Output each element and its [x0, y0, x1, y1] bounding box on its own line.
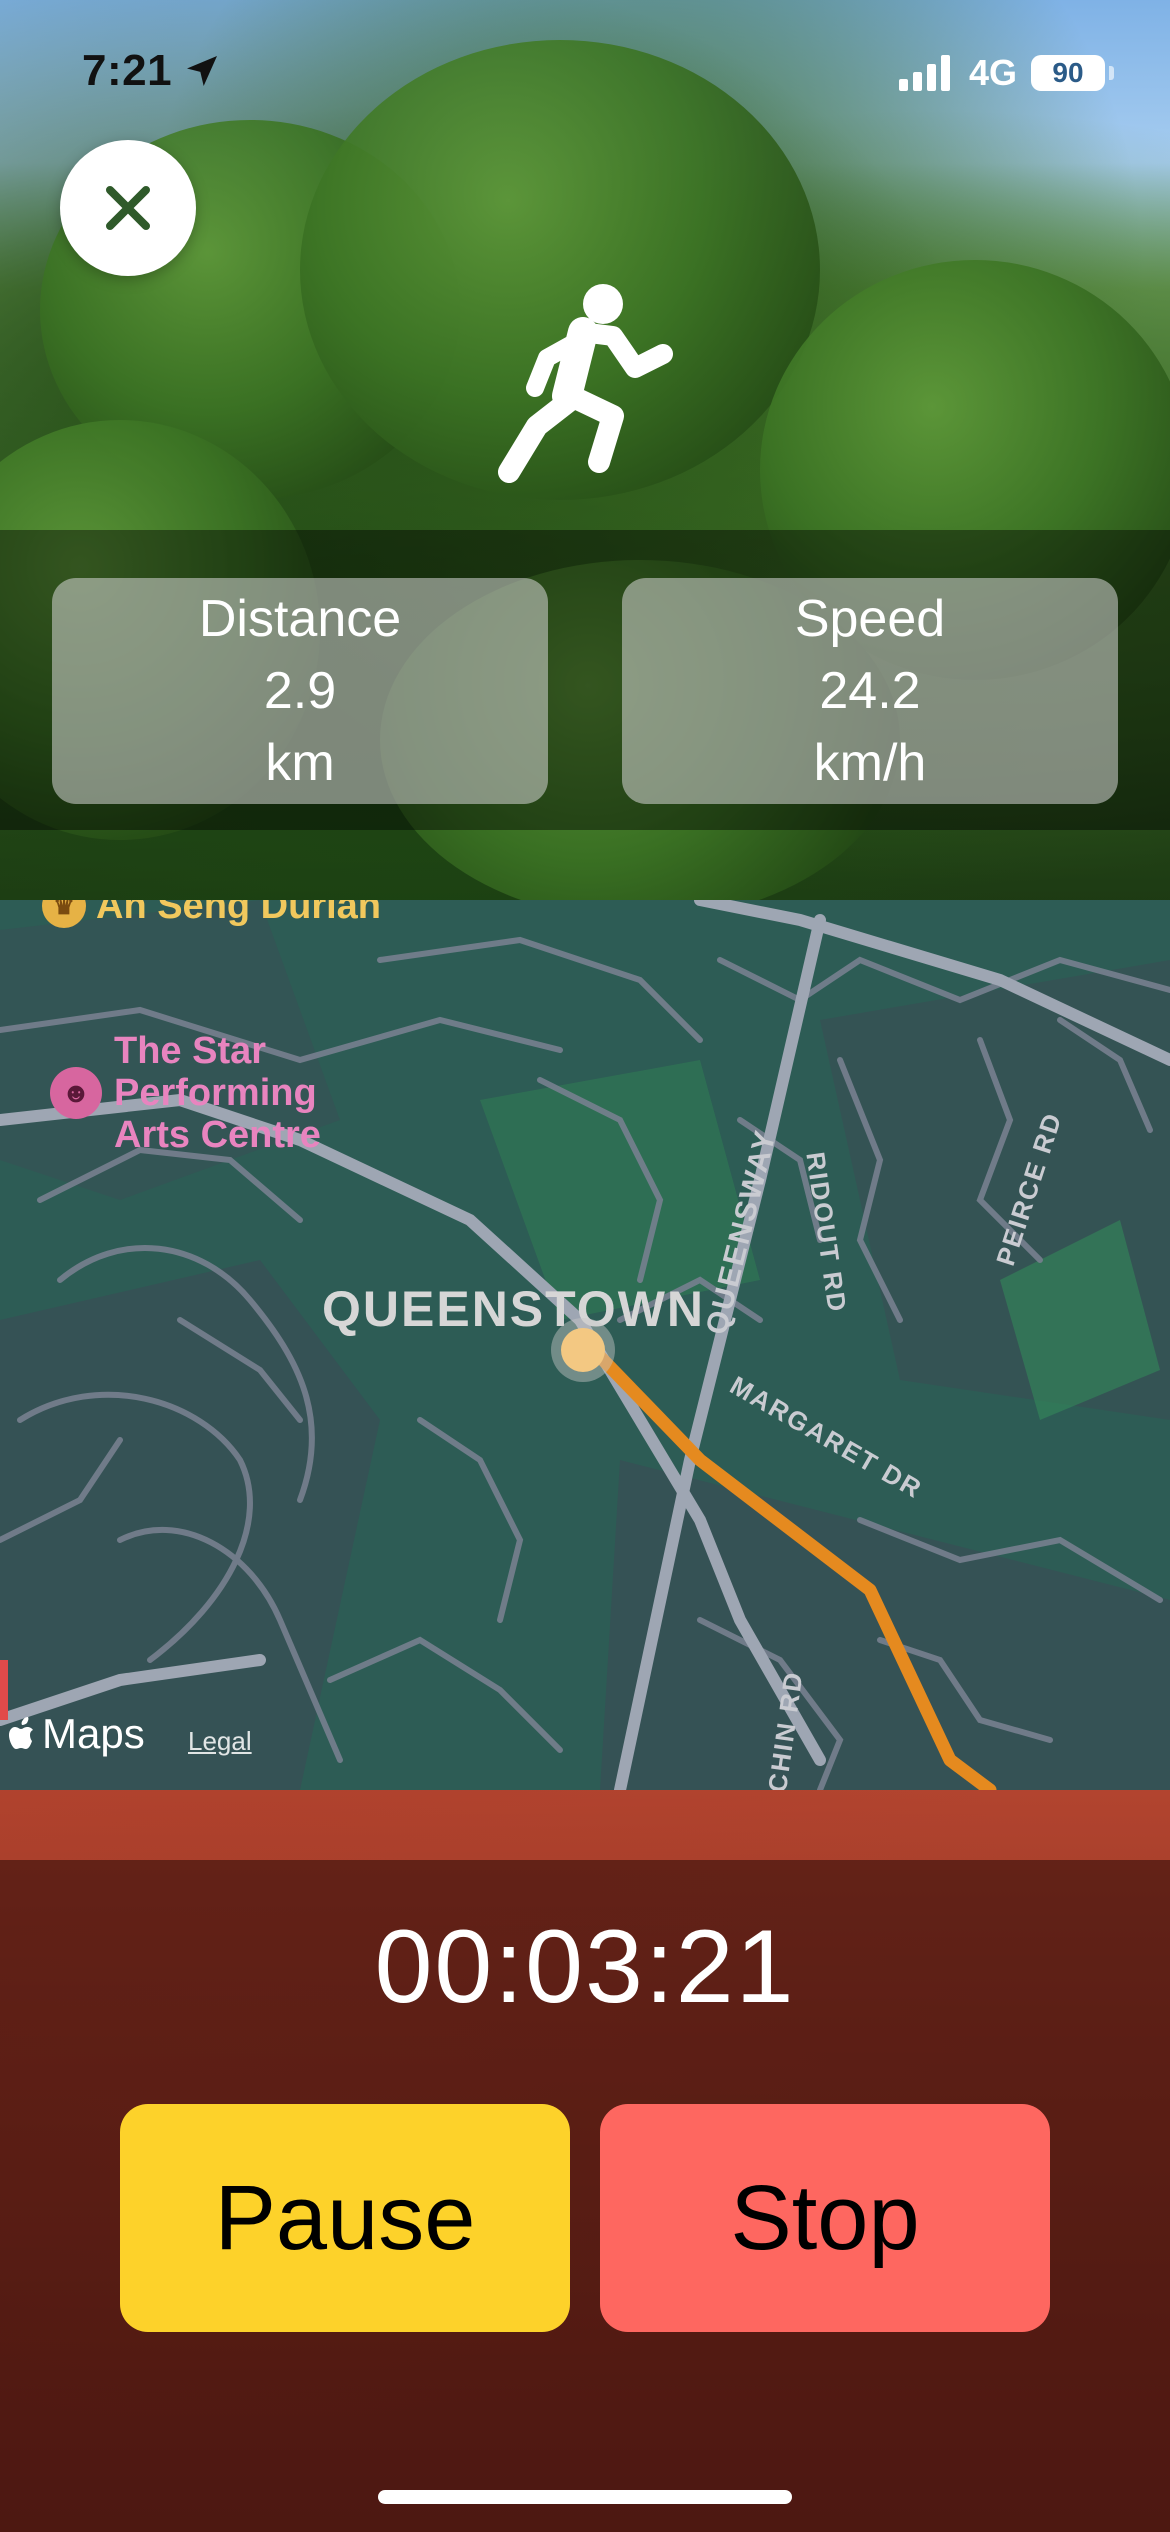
- battery-level: 90: [1031, 55, 1105, 91]
- location-arrow-icon: [182, 51, 222, 91]
- maps-attribution: Maps: [42, 1710, 145, 1757]
- speed-unit: km/h: [813, 734, 927, 792]
- battery-icon: 90: [1031, 55, 1114, 91]
- elapsed-timer: 00:03:21: [374, 1909, 796, 2025]
- close-icon: [96, 176, 160, 240]
- map-area-queenstown: QUEENSTOWN: [322, 1281, 705, 1337]
- apple-icon: [6, 1715, 40, 1753]
- stop-button[interactable]: Stop: [600, 2104, 1050, 2332]
- poi-theatre-label: The Star Performing Arts Centre: [114, 1030, 321, 1156]
- speed-title: Speed: [794, 590, 946, 648]
- battery-cap: [1109, 66, 1114, 80]
- close-button[interactable]: [60, 140, 196, 276]
- network-type: 4G: [968, 52, 1017, 93]
- distance-card: Distance 2.9 km: [52, 578, 548, 804]
- status-time: 7:21: [82, 46, 222, 96]
- current-location-marker: [551, 1318, 615, 1382]
- speed-value: 24.2: [819, 662, 921, 720]
- signal-icon: [898, 55, 955, 91]
- status-bar: 7:21 4G 90: [0, 0, 1170, 140]
- distance-title: Distance: [198, 590, 402, 648]
- current-location-dot: [561, 1328, 605, 1372]
- status-time-text: 7:21: [82, 46, 173, 95]
- map-poi-theatre[interactable]: ☻ The Star Performing Arts Centre: [50, 1030, 321, 1156]
- poi-an-seng-label: An Seng Durian: [96, 900, 382, 927]
- food-icon: ♛: [42, 900, 86, 928]
- theatre-mask-icon: ☻: [50, 1067, 102, 1119]
- poi-theatre-line-1: The Star: [114, 1030, 267, 1072]
- map-poi-an-seng[interactable]: ♛ An Seng Durian: [42, 900, 381, 928]
- poi-theatre-line-3: Arts Centre: [114, 1114, 321, 1156]
- status-indicators: 4G 90: [898, 52, 1114, 94]
- speed-card: Speed 24.2 km/h: [622, 578, 1118, 804]
- poi-theatre-line-2: Performing: [114, 1072, 317, 1114]
- distance-value: 2.9: [263, 662, 337, 720]
- legal-link[interactable]: Legal: [188, 1726, 252, 1757]
- pause-button[interactable]: Pause: [120, 2104, 570, 2332]
- home-indicator[interactable]: [378, 2490, 792, 2504]
- running-person-icon: [495, 276, 675, 486]
- distance-unit: km: [265, 734, 335, 792]
- workout-screen: 7:21 4G 90 Distance 2.9 km Speed 24.2 km…: [0, 0, 1170, 2532]
- apple-maps-logo: Maps: [6, 1710, 145, 1758]
